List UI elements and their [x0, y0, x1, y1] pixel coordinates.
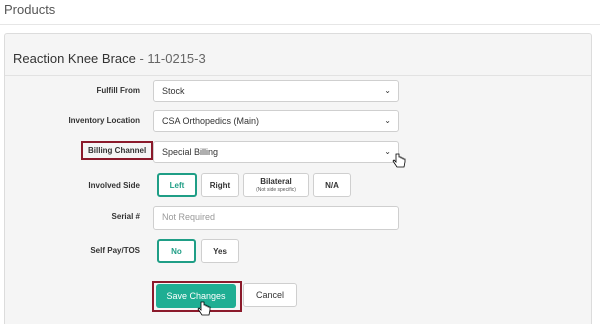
cancel-button[interactable]: Cancel: [243, 283, 297, 307]
side-option-right[interactable]: Right: [201, 173, 239, 197]
page-header: Products: [0, 0, 600, 24]
hand-cursor-icon: [392, 153, 406, 168]
billing-channel-select[interactable]: Special Billing ⌄: [153, 141, 399, 163]
chevron-down-icon: ⌄: [384, 116, 391, 125]
side-option-na-label: N/A: [325, 180, 339, 190]
save-changes-button[interactable]: Save Changes: [156, 284, 236, 308]
self-pay-option-no[interactable]: No: [157, 239, 196, 263]
self-pay-option-no-label: No: [171, 246, 182, 256]
billing-channel-value: Special Billing: [162, 147, 219, 157]
side-option-na[interactable]: N/A: [313, 173, 351, 197]
side-option-bilateral[interactable]: Bilateral (Not side specific): [243, 173, 309, 197]
side-option-left[interactable]: Left: [157, 173, 197, 197]
panel-title: Reaction Knee Brace - 11-0215-3: [13, 51, 206, 66]
inventory-location-label: Inventory Location: [68, 116, 140, 125]
serial-placeholder: Not Required: [162, 212, 216, 222]
billing-channel-label: Billing Channel: [81, 141, 154, 160]
header-divider: [0, 24, 600, 25]
self-pay-label: Self Pay/TOS: [90, 246, 140, 255]
fulfill-from-select[interactable]: Stock ⌄: [153, 80, 399, 102]
hand-cursor-icon: [197, 301, 211, 316]
involved-side-label: Involved Side: [88, 181, 140, 190]
fulfill-from-value: Stock: [162, 86, 185, 96]
serial-input[interactable]: Not Required: [153, 206, 399, 230]
title-separator: -: [135, 51, 148, 66]
fulfill-from-label: Fulfill From: [96, 86, 140, 95]
inventory-location-select[interactable]: CSA Orthopedics (Main) ⌄: [153, 110, 399, 132]
serial-label: Serial #: [111, 212, 140, 221]
panel-divider: [5, 75, 591, 76]
side-option-left-label: Left: [169, 180, 185, 190]
product-name: Reaction Knee Brace: [13, 51, 136, 66]
side-option-bilateral-note: (Not side specific): [256, 187, 296, 193]
page-title: Products: [4, 2, 56, 17]
chevron-down-icon: ⌄: [384, 86, 391, 95]
self-pay-option-yes-label: Yes: [213, 246, 227, 256]
product-sku: 11-0215-3: [147, 51, 206, 66]
side-option-right-label: Right: [209, 180, 231, 190]
side-option-bilateral-label: Bilateral: [260, 177, 292, 186]
self-pay-option-yes[interactable]: Yes: [201, 239, 239, 263]
chevron-down-icon: ⌄: [384, 147, 391, 156]
inventory-location-value: CSA Orthopedics (Main): [162, 116, 260, 126]
